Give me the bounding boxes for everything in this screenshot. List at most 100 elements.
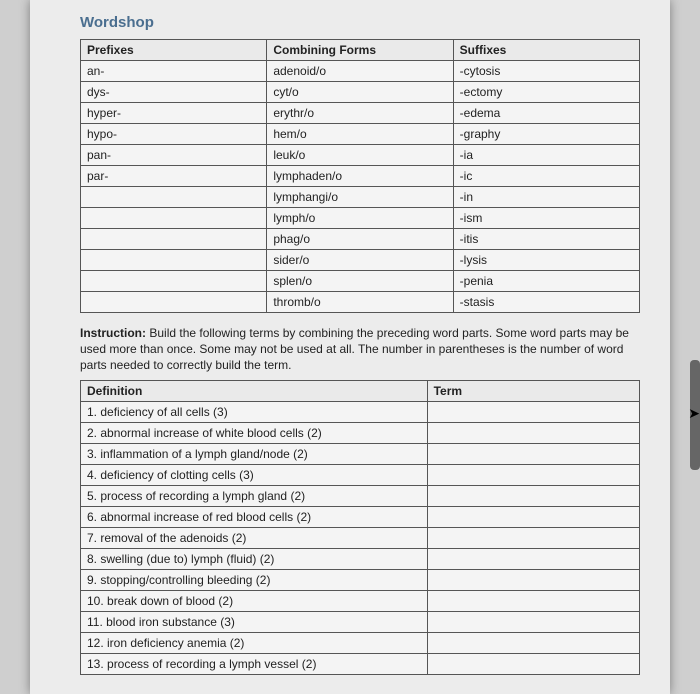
vocab-cell: -lysis: [453, 250, 639, 271]
definition-cell: 12. iron deficiency anemia (2): [81, 632, 428, 653]
vocab-cell: leuk/o: [267, 145, 453, 166]
definition-row: 7. removal of the adenoids (2): [81, 527, 640, 548]
term-cell[interactable]: [427, 653, 639, 674]
vocab-cell: -edema: [453, 103, 639, 124]
vocab-cell: -stasis: [453, 292, 639, 313]
vocab-cell: -ectomy: [453, 82, 639, 103]
definition-row: 2. abnormal increase of white blood cell…: [81, 422, 640, 443]
definition-cell: 2. abnormal increase of white blood cell…: [81, 422, 428, 443]
vocab-cell: [81, 250, 267, 271]
definition-cell: 11. blood iron substance (3): [81, 611, 428, 632]
definition-cell: 8. swelling (due to) lymph (fluid) (2): [81, 548, 428, 569]
definition-row: 9. stopping/controlling bleeding (2): [81, 569, 640, 590]
page-title: Wordshop: [80, 14, 640, 31]
vocab-cell: -ism: [453, 208, 639, 229]
cursor-icon: ➤: [688, 405, 700, 422]
vocab-header-prefixes: Prefixes: [81, 40, 267, 61]
vocab-cell: -graphy: [453, 124, 639, 145]
definition-cell: 7. removal of the adenoids (2): [81, 527, 428, 548]
definition-cell: 13. process of recording a lymph vessel …: [81, 653, 428, 674]
vocab-cell: lymphaden/o: [267, 166, 453, 187]
vocab-cell: sider/o: [267, 250, 453, 271]
definition-row: 6. abnormal increase of red blood cells …: [81, 506, 640, 527]
vocab-cell: hyper-: [81, 103, 267, 124]
term-cell[interactable]: [427, 401, 639, 422]
vocab-row: dys-cyt/o-ectomy: [81, 82, 640, 103]
instruction-body: Build the following terms by combining t…: [80, 326, 629, 372]
term-cell[interactable]: [427, 422, 639, 443]
term-cell[interactable]: [427, 548, 639, 569]
definition-cell: 3. inflammation of a lymph gland/node (2…: [81, 443, 428, 464]
vocab-cell: [81, 229, 267, 250]
definition-cell: 10. break down of blood (2): [81, 590, 428, 611]
vocab-row: phag/o-itis: [81, 229, 640, 250]
vocab-row: par-lymphaden/o-ic: [81, 166, 640, 187]
vocab-row: hyper-erythr/o-edema: [81, 103, 640, 124]
vocab-cell: thromb/o: [267, 292, 453, 313]
definition-cell: 9. stopping/controlling bleeding (2): [81, 569, 428, 590]
definition-row: 8. swelling (due to) lymph (fluid) (2): [81, 548, 640, 569]
term-cell[interactable]: [427, 527, 639, 548]
definitions-table: Definition Term 1. deficiency of all cel…: [80, 380, 640, 675]
vocab-cell: hypo-: [81, 124, 267, 145]
definition-row: 1. deficiency of all cells (3): [81, 401, 640, 422]
vocab-cell: phag/o: [267, 229, 453, 250]
definition-cell: 6. abnormal increase of red blood cells …: [81, 506, 428, 527]
vocab-row: lymph/o-ism: [81, 208, 640, 229]
term-cell[interactable]: [427, 464, 639, 485]
instruction-label: Instruction:: [80, 326, 146, 340]
definition-cell: 1. deficiency of all cells (3): [81, 401, 428, 422]
vocab-cell: par-: [81, 166, 267, 187]
vocab-cell: dys-: [81, 82, 267, 103]
vocab-cell: hem/o: [267, 124, 453, 145]
term-cell[interactable]: [427, 443, 639, 464]
vocab-cell: lymph/o: [267, 208, 453, 229]
definition-row: 3. inflammation of a lymph gland/node (2…: [81, 443, 640, 464]
vocab-cell: splen/o: [267, 271, 453, 292]
definition-row: 10. break down of blood (2): [81, 590, 640, 611]
definition-row: 11. blood iron substance (3): [81, 611, 640, 632]
vocab-cell: -itis: [453, 229, 639, 250]
vocab-row: hypo-hem/o-graphy: [81, 124, 640, 145]
vocab-cell: -cytosis: [453, 61, 639, 82]
term-cell[interactable]: [427, 569, 639, 590]
vocab-cell: adenoid/o: [267, 61, 453, 82]
term-cell[interactable]: [427, 485, 639, 506]
vocab-cell: -ia: [453, 145, 639, 166]
vocab-cell: [81, 208, 267, 229]
term-cell[interactable]: [427, 506, 639, 527]
vocab-header-combining: Combining Forms: [267, 40, 453, 61]
vocab-row: lymphangi/o-in: [81, 187, 640, 208]
instruction-text: Instruction: Build the following terms b…: [80, 325, 640, 374]
vocab-row: pan-leuk/o-ia: [81, 145, 640, 166]
vocab-cell: [81, 292, 267, 313]
vocab-row: splen/o-penia: [81, 271, 640, 292]
vocab-cell: -penia: [453, 271, 639, 292]
definition-cell: 4. deficiency of clotting cells (3): [81, 464, 428, 485]
term-cell[interactable]: [427, 611, 639, 632]
vocab-cell: [81, 271, 267, 292]
vocab-cell: an-: [81, 61, 267, 82]
definition-row: 4. deficiency of clotting cells (3): [81, 464, 640, 485]
definition-row: 13. process of recording a lymph vessel …: [81, 653, 640, 674]
term-cell[interactable]: [427, 632, 639, 653]
vocab-header-suffixes: Suffixes: [453, 40, 639, 61]
defs-header-term: Term: [427, 380, 639, 401]
vocab-cell: pan-: [81, 145, 267, 166]
definition-cell: 5. process of recording a lymph gland (2…: [81, 485, 428, 506]
vocab-cell: lymphangi/o: [267, 187, 453, 208]
vocab-cell: [81, 187, 267, 208]
document-page: Wordshop Prefixes Combining Forms Suffix…: [30, 0, 670, 694]
vocab-row: sider/o-lysis: [81, 250, 640, 271]
definition-row: 12. iron deficiency anemia (2): [81, 632, 640, 653]
viewport: Wordshop Prefixes Combining Forms Suffix…: [0, 0, 700, 694]
defs-header-definition: Definition: [81, 380, 428, 401]
vocab-row: an-adenoid/o-cytosis: [81, 61, 640, 82]
vocab-cell: -ic: [453, 166, 639, 187]
vocab-table: Prefixes Combining Forms Suffixes an-ade…: [80, 39, 640, 313]
vocab-cell: erythr/o: [267, 103, 453, 124]
vocab-cell: -in: [453, 187, 639, 208]
term-cell[interactable]: [427, 590, 639, 611]
vocab-row: thromb/o-stasis: [81, 292, 640, 313]
vocab-cell: cyt/o: [267, 82, 453, 103]
